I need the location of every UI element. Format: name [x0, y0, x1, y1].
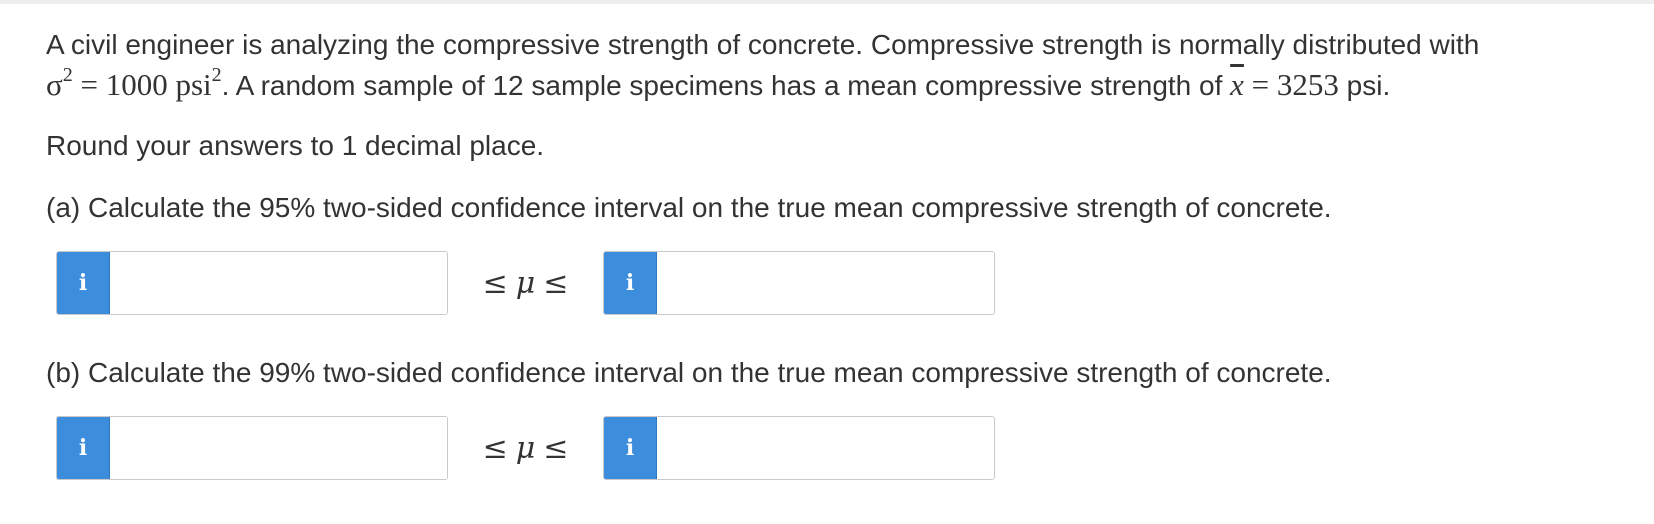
variance-value: 1000 psi — [105, 67, 212, 102]
sigma-squared: σ2 = 1000 psi2 — [46, 64, 222, 102]
rounding-instruction: Round your answers to 1 decimal place. — [46, 130, 545, 161]
sample-mean: x = 3253 — [1230, 67, 1339, 102]
question-page: A civil engineer is analyzing the compre… — [0, 0, 1654, 524]
problem-line-1: A civil engineer is analyzing the compre… — [46, 29, 1480, 60]
leq-symbol: ≤ — [482, 265, 508, 301]
top-divider — [0, 0, 1654, 4]
leq-symbol: ≤ — [543, 430, 569, 466]
mu-symbol: μ — [515, 265, 536, 301]
info-icon[interactable]: i — [57, 252, 110, 314]
part-a-lower-group: i — [56, 251, 448, 315]
xbar-symbol: x — [1230, 67, 1244, 102]
part-b-answer-row: i ≤ μ ≤ i — [56, 416, 1654, 482]
part-b-upper-bound-input[interactable] — [657, 417, 994, 479]
mean-value: 3253 — [1276, 67, 1339, 102]
info-icon[interactable]: i — [604, 417, 657, 479]
part-a-lower-bound-input[interactable] — [110, 252, 447, 314]
variance-exponent: 2 — [211, 64, 222, 86]
part-b-question: (b) Calculate the 99% two-sided confiden… — [46, 357, 1332, 388]
part-b-inequality: ≤ μ ≤ — [448, 416, 603, 480]
info-icon[interactable]: i — [604, 252, 657, 314]
part-a-inequality: ≤ μ ≤ — [448, 251, 603, 315]
problem-line-2-text: . A random sample of 12 sample specimens… — [221, 70, 1231, 101]
part-b-lower-bound-input[interactable] — [110, 417, 447, 479]
part-b-upper-group: i — [603, 416, 995, 480]
part-a-upper-bound-input[interactable] — [657, 252, 994, 314]
leq-symbol: ≤ — [543, 265, 569, 301]
part-b-lower-group: i — [56, 416, 448, 480]
equals-sign: = — [72, 67, 106, 102]
part-a-answer-row: i ≤ μ ≤ i — [56, 251, 1654, 317]
leq-symbol: ≤ — [482, 430, 508, 466]
sigma-exponent: 2 — [62, 64, 73, 86]
equals-sign: = — [1243, 67, 1277, 102]
info-icon[interactable]: i — [57, 417, 110, 479]
sigma-symbol: σ — [46, 67, 63, 102]
part-a-question: (a) Calculate the 95% two-sided confiden… — [46, 192, 1332, 223]
question-content: A civil engineer is analyzing the compre… — [46, 25, 1654, 482]
part-a-upper-group: i — [603, 251, 995, 315]
mean-unit: psi. — [1338, 70, 1391, 101]
problem-line-2: σ2 = 1000 psi2. A random sample of 12 sa… — [46, 65, 1654, 106]
mu-symbol: μ — [515, 430, 536, 466]
